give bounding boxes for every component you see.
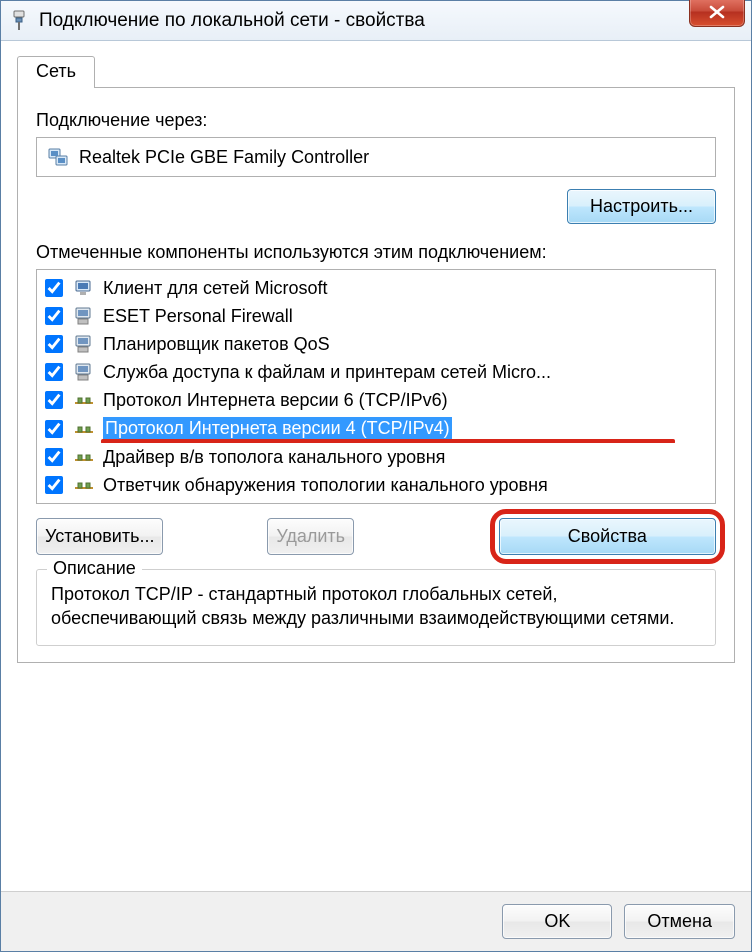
component-label: ESET Personal Firewall xyxy=(103,306,293,327)
description-title: Описание xyxy=(47,558,142,579)
components-list[interactable]: Клиент для сетей Microsoft ESET Personal … xyxy=(36,269,716,504)
service-icon xyxy=(73,333,95,355)
component-checkbox[interactable] xyxy=(45,391,63,409)
list-item[interactable]: ESET Personal Firewall xyxy=(37,302,715,330)
description-group: Описание Протокол TCP/IP - стандартный п… xyxy=(36,569,716,646)
component-label: Служба доступа к файлам и принтерам сете… xyxy=(103,362,551,383)
cancel-button[interactable]: Отмена xyxy=(624,904,735,939)
tab-panel-network: Подключение через: Realtek PCIe GBE Fami… xyxy=(17,87,735,663)
properties-dialog: Подключение по локальной сети - свойства… xyxy=(0,0,752,952)
tab-network[interactable]: Сеть xyxy=(17,56,95,88)
ok-button[interactable]: OK xyxy=(502,904,612,939)
protocol-icon xyxy=(73,474,95,496)
component-checkbox[interactable] xyxy=(45,476,63,494)
properties-highlight: Свойства xyxy=(490,509,725,564)
protocol-icon xyxy=(73,418,95,440)
component-checkbox[interactable] xyxy=(45,363,63,381)
connect-via-label: Подключение через: xyxy=(36,110,716,131)
list-item[interactable]: Драйвер в/в тополога канального уровня xyxy=(37,443,715,471)
service-icon xyxy=(73,305,95,327)
highlight-underline xyxy=(101,439,675,443)
titlebar[interactable]: Подключение по локальной сети - свойства xyxy=(1,1,751,41)
description-text: Протокол TCP/IP - стандартный протокол г… xyxy=(51,582,701,631)
content-area: Сеть Подключение через: Realtek PCIe GBE… xyxy=(1,41,751,673)
window-title: Подключение по локальной сети - свойства xyxy=(39,10,425,32)
protocol-icon xyxy=(73,389,95,411)
component-checkbox[interactable] xyxy=(45,307,63,325)
client-icon xyxy=(73,277,95,299)
list-item[interactable]: Протокол Интернета версии 6 (TCP/IPv6) xyxy=(37,386,715,414)
list-item[interactable]: Служба доступа к файлам и принтерам сете… xyxy=(37,358,715,386)
list-item[interactable]: Клиент для сетей Microsoft xyxy=(37,274,715,302)
component-label: Драйвер в/в тополога канального уровня xyxy=(103,447,445,468)
component-checkbox[interactable] xyxy=(45,279,63,297)
dialog-footer: OK Отмена xyxy=(1,891,751,951)
component-checkbox[interactable] xyxy=(45,420,63,438)
components-label: Отмеченные компоненты используются этим … xyxy=(36,242,716,263)
list-item[interactable]: Протокол Интернета версии 4 (TCP/IPv4) xyxy=(37,414,715,443)
protocol-icon xyxy=(73,446,95,468)
component-label: Протокол Интернета версии 4 (TCP/IPv4) xyxy=(103,417,452,440)
properties-button[interactable]: Свойства xyxy=(499,518,716,555)
list-item[interactable]: Планировщик пакетов QoS xyxy=(37,330,715,358)
adapter-box[interactable]: Realtek PCIe GBE Family Controller xyxy=(36,137,716,177)
component-label: Протокол Интернета версии 6 (TCP/IPv6) xyxy=(103,390,448,411)
install-button[interactable]: Установить... xyxy=(36,518,163,555)
uninstall-button[interactable]: Удалить xyxy=(267,518,354,555)
component-label: Ответчик обнаружения топологии канальног… xyxy=(103,475,548,496)
component-checkbox[interactable] xyxy=(45,335,63,353)
network-adapter-icon xyxy=(47,146,69,168)
close-button[interactable] xyxy=(689,0,745,27)
adapter-name: Realtek PCIe GBE Family Controller xyxy=(79,147,369,168)
list-item[interactable]: Ответчик обнаружения топологии канальног… xyxy=(37,471,715,499)
app-icon xyxy=(9,9,29,33)
component-checkbox[interactable] xyxy=(45,448,63,466)
configure-button[interactable]: Настроить... xyxy=(567,189,716,224)
component-label: Планировщик пакетов QoS xyxy=(103,334,330,355)
component-label: Клиент для сетей Microsoft xyxy=(103,278,328,299)
service-icon xyxy=(73,361,95,383)
